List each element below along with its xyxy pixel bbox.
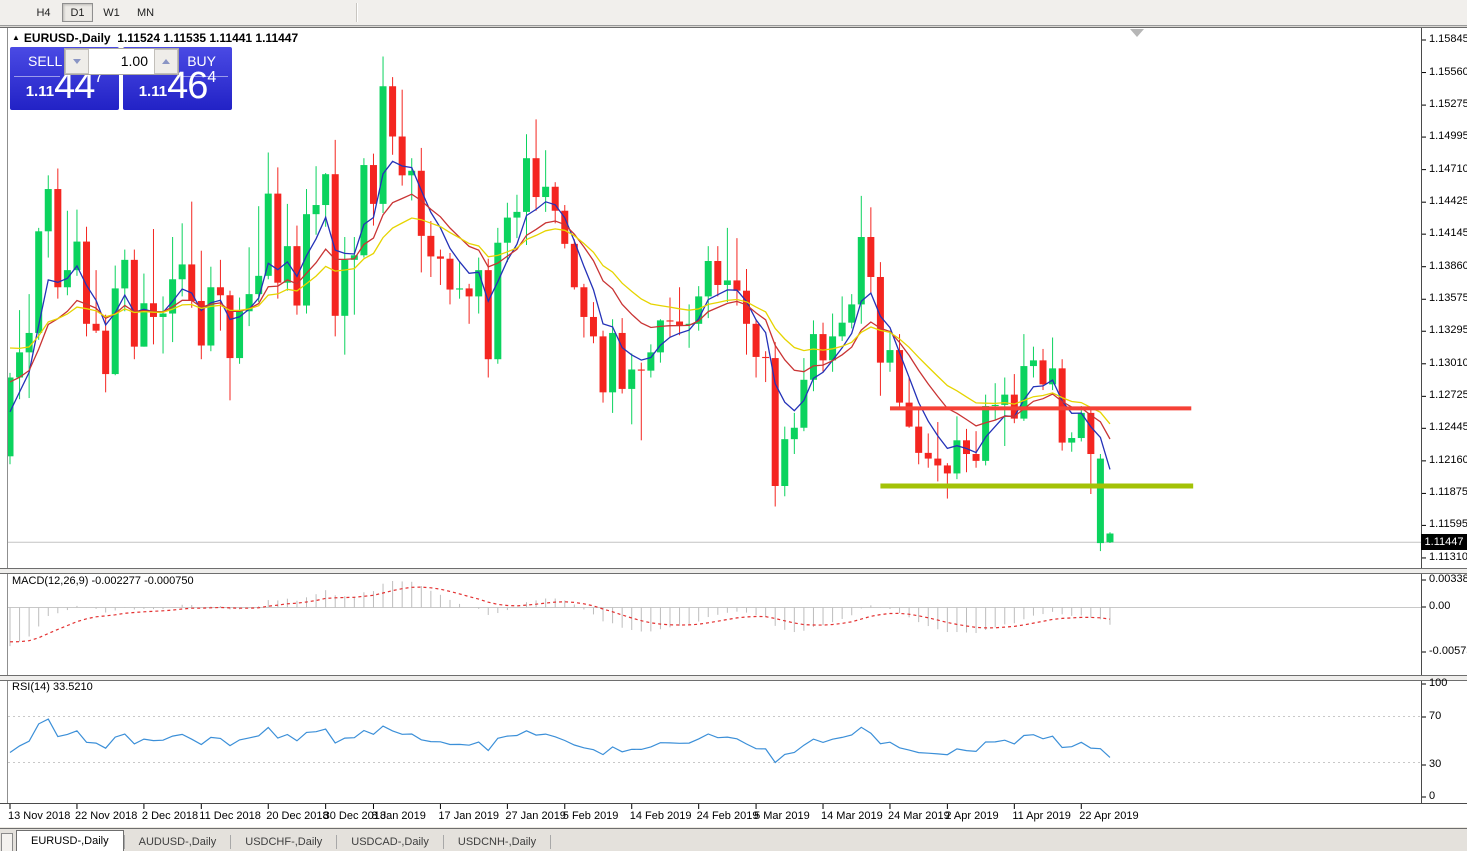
price-axis-label: 1.15845	[1429, 32, 1467, 45]
price-axis-label: 1.11310	[1429, 550, 1467, 563]
date-axis-label: 8 Jan 2019	[371, 810, 426, 822]
chart-tab-bar: EURUSD-,Daily AUDUSD-,Daily USDCHF-,Daily U…	[0, 828, 1467, 851]
price-axis-label: 1.12725	[1429, 389, 1467, 402]
rsi-layer	[8, 716, 1421, 764]
price-axis-label: 1.12160	[1429, 453, 1467, 466]
price-axis-line	[1421, 28, 1422, 804]
rsi-axis-label: 70	[1429, 710, 1442, 722]
price-axis-label: 1.13010	[1429, 356, 1467, 369]
rsi-axis-label: 100	[1429, 677, 1448, 689]
date-axis-label: 5 Feb 2019	[562, 810, 619, 822]
chart-tab-usdcnh[interactable]: USDCNH-,Daily	[444, 832, 550, 851]
main-chart-layer	[8, 56, 1421, 552]
macd-axis-label: 0.00	[1429, 600, 1451, 612]
chart-tab-usdcad[interactable]: USDCAD-,Daily	[337, 832, 443, 851]
date-axis-label: 14 Mar 2019	[821, 810, 883, 822]
date-axis-label: 20 Dec 2018	[266, 810, 329, 822]
chart-title-ohlc: 1.11524 1.11535 1.11441 1.11447	[117, 31, 299, 45]
price-axis-label: 1.14995	[1429, 130, 1467, 143]
volume-input[interactable]: 1.00	[89, 49, 154, 74]
date-axis-label: 24 Feb 2019	[696, 810, 759, 822]
current-price-tag: 1.11447	[1421, 534, 1467, 550]
price-axis-label: 1.13575	[1429, 292, 1467, 305]
tab-separator	[550, 835, 552, 849]
volume-decrease-button[interactable]	[65, 49, 89, 74]
date-axis-line	[0, 803, 1467, 804]
chart-title: ▲ EURUSD-,Daily 1.11524 1.11535 1.11441 1…	[12, 31, 298, 45]
date-axis-label: 11 Dec 2018	[199, 810, 261, 822]
date-axis-label: 5 Mar 2019	[754, 810, 810, 822]
volume-increase-button[interactable]	[154, 49, 178, 74]
date-axis-label: 14 Feb 2019	[629, 810, 692, 822]
collapse-triangle-icon[interactable]: ▲	[12, 33, 20, 42]
volume-stepper: 1.00	[64, 48, 179, 75]
macd-layer	[8, 581, 1421, 647]
chart-canvas[interactable]	[0, 0, 1467, 851]
date-axis-label: 24 Mar 2019	[887, 810, 950, 822]
main-macd-splitter[interactable]	[0, 568, 1467, 574]
price-axis-label: 1.13860	[1429, 259, 1467, 272]
rsi-indicator-label: RSI(14) 33.5210	[12, 681, 93, 693]
date-axis-label: 11 Apr 2019	[1012, 810, 1071, 822]
price-axis-label: 1.11875	[1429, 486, 1467, 499]
price-axis-label: 1.15560	[1429, 65, 1467, 78]
chevron-down-icon	[73, 59, 81, 64]
date-axis-label: 17 Jan 2019	[438, 810, 499, 822]
chevron-up-icon	[162, 59, 170, 64]
date-axis-label: 27 Jan 2019	[505, 810, 566, 822]
chart-shift-marker-icon[interactable]	[1130, 29, 1144, 37]
date-axis-label: 2 Dec 2018	[141, 810, 199, 822]
chart-tab-usdchf[interactable]: USDCHF-,Daily	[231, 832, 336, 851]
date-axis-label: 2 Apr 2019	[945, 810, 999, 822]
one-click-trading-panel: SELL 1.11447 BUY 1.11464 1.00	[10, 47, 232, 110]
rsi-axis-label: 30	[1429, 758, 1442, 770]
macd-indicator-label: MACD(12,26,9) -0.002277 -0.000750	[12, 575, 194, 587]
tab-scroll-stub[interactable]	[1, 833, 13, 851]
date-axis-label: 22 Nov 2018	[74, 810, 138, 822]
price-axis-label: 1.14145	[1429, 227, 1467, 240]
price-axis-label: 1.12445	[1429, 421, 1467, 434]
chart-title-symbol: EURUSD-,Daily	[23, 31, 111, 45]
macd-axis-label: 0.003386	[1429, 573, 1467, 585]
price-axis-label: 1.14710	[1429, 162, 1467, 175]
price-axis-label: 1.14425	[1429, 195, 1467, 208]
date-axis-label: 13 Nov 2018	[8, 810, 71, 822]
mt4-window: H4 D1 W1 MN ▲ EURUSD-,Daily 1.11524 1.11535 …	[0, 0, 1467, 851]
macd-axis-label: -0.005737	[1429, 645, 1467, 657]
date-axis-label: 22 Apr 2019	[1079, 810, 1139, 822]
chart-tab-eurusd[interactable]: EURUSD-,Daily	[16, 830, 124, 851]
rsi-axis-label: 0	[1429, 790, 1436, 802]
price-axis-label: 1.11595	[1429, 518, 1467, 531]
price-axis-label: 1.15275	[1429, 98, 1467, 111]
chart-tab-audusd[interactable]: AUDUSD-,Daily	[125, 832, 231, 851]
price-axis-label: 1.13295	[1429, 324, 1467, 337]
macd-rsi-splitter[interactable]	[0, 675, 1467, 681]
